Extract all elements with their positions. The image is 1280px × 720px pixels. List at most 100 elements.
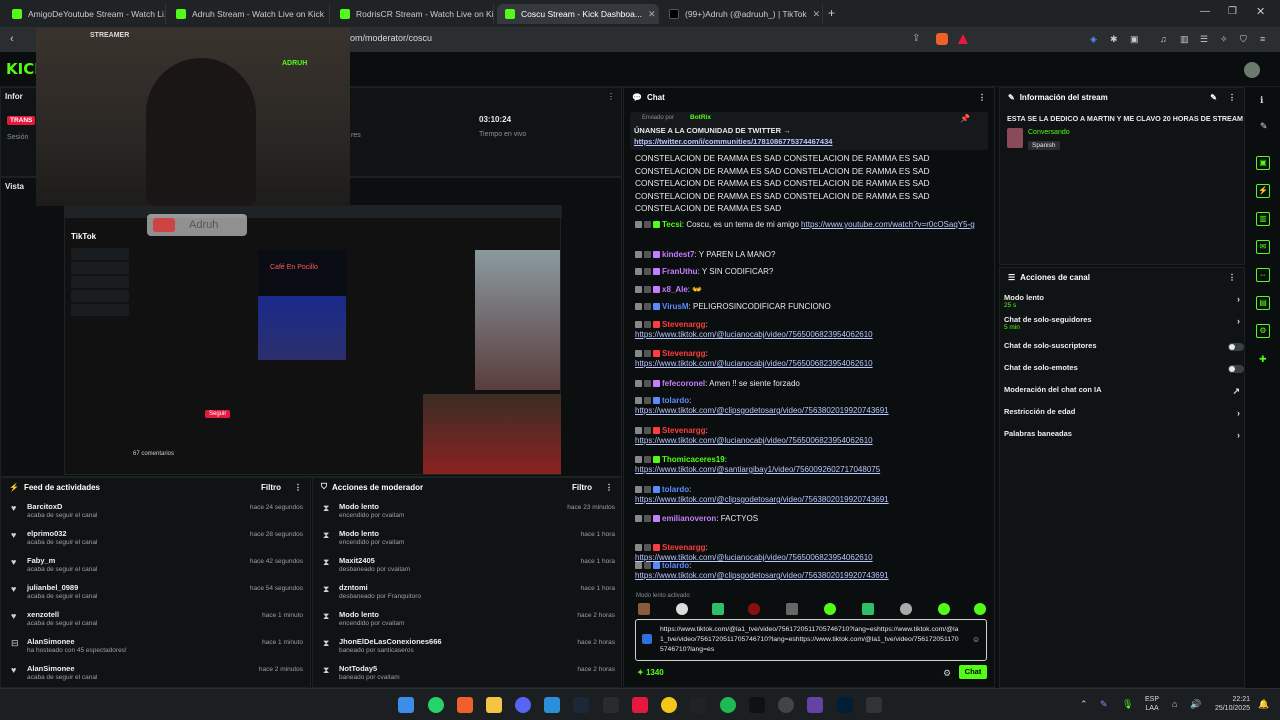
external-link-icon[interactable]: ↗	[1232, 386, 1240, 397]
emote-picker-icon[interactable]: ☺	[972, 635, 980, 644]
chat-link[interactable]: https://www.tiktok.com/@lucianocabj/vide…	[635, 359, 873, 368]
screenshot-icon[interactable]: ▣	[1130, 34, 1139, 45]
app-icon[interactable]	[807, 697, 823, 713]
chat-link[interactable]: https://www.tiktok.com/@clipsgodetosarg/…	[635, 495, 889, 504]
stream-video-preview[interactable]: Adruh TikTok Café En Pocillo Seguir 67 c…	[64, 205, 562, 475]
chat-link[interactable]: https://www.tiktok.com/@lucianocabj/vide…	[635, 330, 873, 339]
quick-action-button[interactable]: ▣	[1256, 156, 1270, 170]
chat-username[interactable]: Stevenargg	[662, 320, 706, 329]
channel-action-item[interactable]: Chat de solo-seguidores 5 min ›	[1004, 315, 1244, 335]
chat-username[interactable]: kindest7	[662, 250, 694, 259]
chat-username[interactable]: FranUthu	[662, 267, 698, 276]
chevron-right-icon[interactable]: ›	[1237, 316, 1240, 326]
feed-item[interactable]: ♥ elprimo032 acaba de seguir el canal hace …	[1, 526, 311, 553]
photos-icon[interactable]	[544, 697, 560, 713]
send-chat-button[interactable]: Chat	[959, 665, 987, 679]
file-explorer-icon[interactable]	[486, 697, 502, 713]
chat-message[interactable]: Stevenargg: https://www.tiktok.com/@luci…	[635, 349, 985, 369]
feed-item[interactable]: ♥ AlanSimonee acaba de seguir el canal hace…	[1, 661, 311, 688]
close-tab-icon[interactable]: ✕	[813, 9, 821, 20]
feed-item-name[interactable]: xenzotell	[27, 610, 59, 619]
chat-username[interactable]: fefecoronel	[662, 379, 705, 388]
emote-icon[interactable]	[786, 603, 798, 615]
terminal-icon[interactable]	[603, 697, 619, 713]
emote-icon[interactable]	[824, 603, 836, 615]
pinned-message[interactable]: Enviado por BotRix 📌 ÚNANSE A LA COMUNID…	[630, 112, 988, 150]
chat-link[interactable]: https://www.tiktok.com/@santiargibay1/vi…	[635, 465, 880, 474]
emote-icon[interactable]	[638, 603, 650, 615]
tab-amigodeyoutube[interactable]: AmigoDeYoutube Stream - Watch Li...✕	[4, 4, 166, 24]
menu-icon[interactable]: ≡	[1260, 34, 1265, 44]
chat-link[interactable]: https://www.tiktok.com/@clipsgodetosarg/…	[635, 406, 889, 415]
tab-adruh[interactable]: Adruh Stream - Watch Live on Kick✕	[168, 4, 330, 24]
settings-gear-icon[interactable]: ⚙	[943, 668, 951, 679]
channel-action-item[interactable]: Chat de solo-emotes	[1004, 363, 1244, 383]
music-icon[interactable]: ♫	[1160, 34, 1167, 44]
extension-icon[interactable]: ◈	[1090, 34, 1097, 45]
channel-action-item[interactable]: Palabras baneadas ›	[1004, 429, 1244, 449]
chat-username[interactable]: Stevenargg	[662, 426, 706, 435]
chat-message[interactable]: VirusM: PELIGROSINCODIFICAR FUNCIONO	[635, 302, 985, 312]
puzzle-icon[interactable]: ✱	[1110, 34, 1118, 45]
mod-action-item[interactable]: ⧗ Modo lento encendido por cvaitam hace 1 h…	[313, 526, 623, 553]
recommended-videos[interactable]	[475, 250, 560, 390]
follow-button[interactable]: Seguir	[205, 410, 231, 418]
more-icon[interactable]: ⋮	[978, 93, 986, 102]
channel-action-item[interactable]: Chat de solo-suscriptores	[1004, 341, 1244, 361]
chat-username[interactable]: Thomicaceres19	[662, 455, 725, 464]
channel-action-item[interactable]: Restricción de edad ›	[1004, 407, 1244, 427]
chevron-right-icon[interactable]: ›	[1237, 294, 1240, 304]
chat-message[interactable]: Stevenargg: https://www.tiktok.com/@luci…	[635, 320, 985, 340]
channel-action-item[interactable]: Moderación del chat con IA ↗	[1004, 385, 1244, 405]
tiktok-icon[interactable]	[749, 697, 765, 713]
quick-action-button[interactable]: ⚡	[1256, 184, 1270, 198]
tab-tiktok[interactable]: (99+)Adruh (@adruuh_) | TikTok ✕	[661, 4, 823, 24]
quick-action-button[interactable]: ▤	[1256, 296, 1270, 310]
channel-action-item[interactable]: Modo lento 25 s ›	[1004, 293, 1244, 313]
feed-item[interactable]: ⊟ AlanSimonee ha hosteado con 45 espectado…	[1, 634, 311, 661]
chat-message[interactable]: emilianoveron: FACTYOS	[635, 514, 985, 524]
app-icon[interactable]	[661, 697, 677, 713]
chat-message[interactable]: fefecoronel: Amen !! se siente forzado	[635, 379, 985, 389]
chat-message[interactable]: Stevenargg: https://www.tiktok.com/@luci…	[635, 543, 985, 563]
kick-logo-icon[interactable]: KICK	[6, 60, 46, 78]
close-window-icon[interactable]: ✕	[1256, 5, 1265, 18]
steam-icon[interactable]	[573, 697, 589, 713]
feed-filter-button[interactable]: Filtro	[261, 483, 281, 492]
chat-message[interactable]: tolardo: https://www.tiktok.com/@clipsgo…	[635, 396, 985, 416]
keyboard-language[interactable]: ESP LAA	[1145, 695, 1159, 713]
chat-username[interactable]: tolardo	[662, 561, 689, 570]
tray-app-icon[interactable]: ✎	[1100, 699, 1108, 710]
chat-username[interactable]: x8_Ale	[662, 285, 688, 294]
chat-link[interactable]: https://www.tiktok.com/@lucianocabj/vide…	[635, 436, 873, 445]
mod-action-item[interactable]: ⧗ Modo lento encendido por cvaitam hace 2 h…	[313, 607, 623, 634]
chat-username[interactable]: tolardo	[662, 396, 689, 405]
sidebar-icon[interactable]: ▥	[1180, 34, 1189, 45]
chevron-right-icon[interactable]: ›	[1237, 430, 1240, 440]
tray-mic-icon[interactable]: 🎙	[1122, 699, 1133, 710]
emote-icon[interactable]	[862, 603, 874, 615]
feed-item[interactable]: ♥ Faby_m acaba de seguir el canal hace 42 s…	[1, 553, 311, 580]
add-action-icon[interactable]: ✚	[1259, 354, 1267, 365]
mod-action-item[interactable]: ⧗ Maxit2405 desbaneado por cvaitam hace 1 h…	[313, 553, 623, 580]
more-icon[interactable]: ⋮	[1228, 93, 1236, 102]
channel-points[interactable]: ✦ 1340	[637, 668, 664, 677]
more-icon[interactable]: ⋮	[605, 483, 613, 492]
edit-icon[interactable]: ✎	[1210, 93, 1217, 102]
emote-icon[interactable]	[748, 603, 760, 615]
mod-action-item[interactable]: ⧗ dzntomi desbaneado por Franquitoro hace 1…	[313, 580, 623, 607]
brave-icon[interactable]	[457, 697, 473, 713]
quick-action-button[interactable]: ✉	[1256, 240, 1270, 254]
chat-message[interactable]: Stevenargg: https://www.tiktok.com/@luci…	[635, 426, 985, 446]
bookmarks-icon[interactable]: ☰	[1200, 34, 1208, 45]
emote-icon[interactable]	[938, 603, 950, 615]
chat-username[interactable]: Stevenargg	[662, 349, 706, 358]
toggle-switch[interactable]	[1228, 365, 1244, 373]
chat-message[interactable]: Thomicaceres19: https://www.tiktok.com/@…	[635, 455, 985, 475]
chat-username[interactable]: VirusM	[662, 302, 689, 311]
url-text[interactable]: om/moderator/coscu	[350, 33, 910, 47]
vpn-icon[interactable]: ⛉	[1240, 34, 1247, 45]
new-tab-icon[interactable]: +	[828, 6, 835, 20]
tab-rodriscr[interactable]: RodrisCR Stream - Watch Live on Ki...✕	[332, 4, 494, 24]
feed-item-name[interactable]: AlanSimonee	[27, 664, 75, 673]
